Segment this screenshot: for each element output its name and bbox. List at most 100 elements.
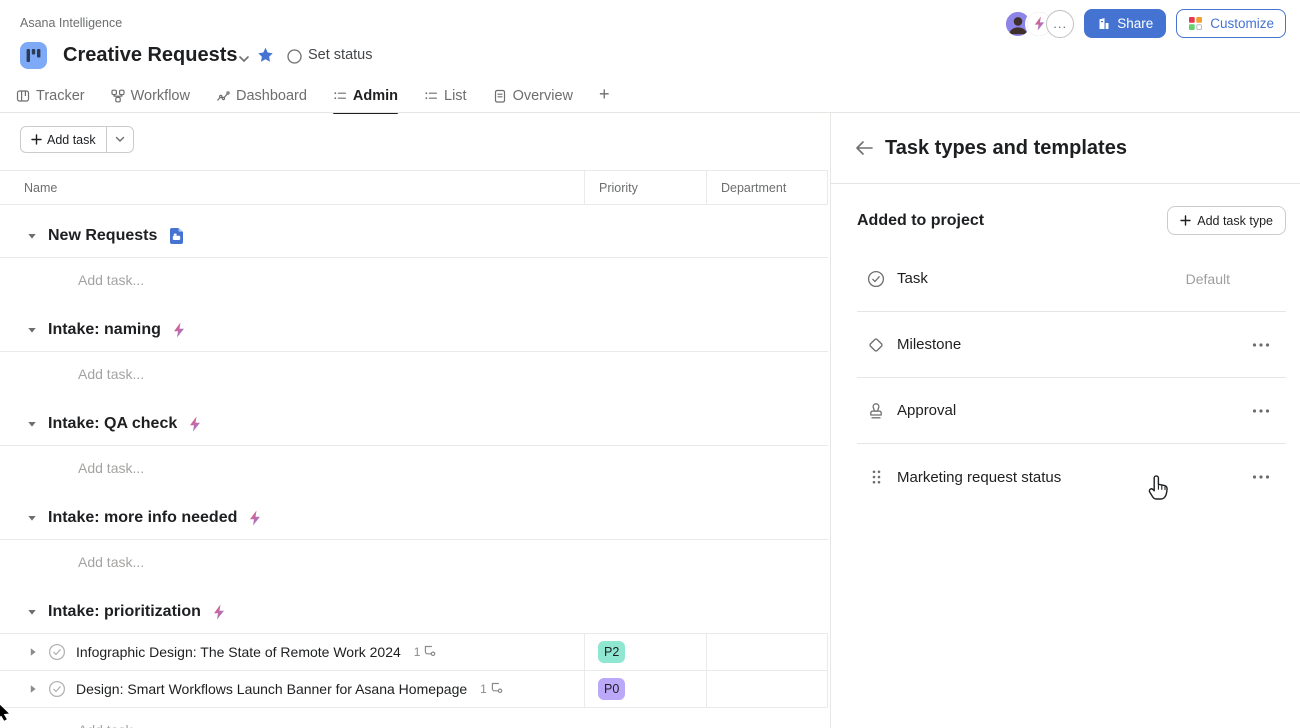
column-header-name[interactable]: Name: [0, 181, 584, 195]
project-tabs: Tracker Workflow Dashboard Admin List Overvie…: [16, 78, 610, 113]
favorite-star-icon[interactable]: [257, 47, 274, 68]
priority-badge[interactable]: P0: [598, 678, 625, 700]
subtask-icon: [423, 645, 436, 660]
board-icon: [16, 89, 30, 103]
circle-check-icon: [867, 270, 885, 288]
tab-admin[interactable]: Admin: [333, 78, 398, 113]
share-button-label: Share: [1117, 16, 1153, 31]
tab-label: Overview: [513, 88, 573, 104]
title-chevron-down-icon[interactable]: [238, 50, 250, 68]
add-task-row[interactable]: Add task...: [0, 352, 830, 396]
automation-lightning-icon: [248, 510, 262, 526]
plus-icon: [31, 134, 42, 145]
priority-cell[interactable]: P2: [584, 634, 706, 670]
customize-button-label: Customize: [1210, 16, 1274, 31]
section-intake-more-info-needed: Intake: more info needed Add task...: [0, 497, 830, 584]
priority-badge[interactable]: P2: [598, 641, 625, 663]
task-type-label: Approval: [897, 402, 956, 419]
expand-right-icon: [29, 684, 37, 694]
section-title[interactable]: Intake: QA check: [48, 415, 177, 433]
back-arrow-icon[interactable]: [855, 140, 874, 156]
section-title[interactable]: Intake: more info needed: [48, 509, 237, 527]
more-members-button[interactable]: ...: [1046, 10, 1074, 38]
customize-grid-icon: [1188, 16, 1203, 31]
task-title[interactable]: Design: Smart Workflows Launch Banner fo…: [76, 681, 467, 697]
add-task-type-button[interactable]: Add task type: [1167, 206, 1286, 235]
section-caret-icon: [27, 325, 37, 335]
dashboard-icon: [216, 89, 230, 103]
automation-lightning-icon: [188, 416, 202, 432]
more-options-button[interactable]: [1252, 475, 1270, 479]
tab-list[interactable]: List: [424, 78, 467, 113]
column-header-priority[interactable]: Priority: [584, 171, 706, 204]
subtask-count: 1: [414, 645, 437, 660]
added-to-project-heading: Added to project: [857, 212, 984, 230]
list-icon: [424, 89, 438, 103]
add-task-row[interactable]: Add task...: [0, 446, 830, 490]
section-header: New Requests: [0, 215, 828, 258]
department-cell[interactable]: [706, 671, 827, 707]
task-name-cell: Infographic Design: The State of Remote …: [0, 634, 584, 670]
more-options-button[interactable]: [1252, 343, 1270, 347]
task-type-row-milestone[interactable]: Milestone: [857, 312, 1286, 378]
diamond-icon: [867, 336, 885, 354]
section-title[interactable]: New Requests: [48, 227, 157, 245]
department-cell[interactable]: [706, 634, 827, 670]
tab-overview[interactable]: Overview: [493, 78, 573, 113]
add-task-row[interactable]: Add task...: [0, 708, 830, 728]
tab-dashboard[interactable]: Dashboard: [216, 78, 307, 113]
page-title: Creative Requests: [63, 44, 238, 67]
tab-label: Workflow: [131, 88, 190, 104]
project-icon[interactable]: [20, 42, 47, 69]
add-task-row[interactable]: Add task...: [0, 258, 830, 302]
panel-title: Task types and templates: [885, 137, 1127, 160]
automation-lightning-icon: [172, 322, 186, 338]
task-types-panel: Task types and templates Added to projec…: [830, 113, 1300, 728]
task-row[interactable]: Design: Smart Workflows Launch Banner fo…: [0, 671, 828, 708]
task-title[interactable]: Infographic Design: The State of Remote …: [76, 644, 401, 660]
section-header: Intake: QA check: [0, 403, 828, 446]
task-type-row-task[interactable]: TaskDefault: [857, 246, 1286, 312]
section-new-requests: New Requests Add task...: [0, 215, 830, 302]
task-type-row-marketing-request-status[interactable]: Marketing request status: [857, 444, 1286, 510]
task-name-cell: Design: Smart Workflows Launch Banner fo…: [0, 671, 584, 707]
tab-tracker[interactable]: Tracker: [16, 78, 85, 113]
task-type-row-approval[interactable]: Approval: [857, 378, 1286, 444]
task-check-icon: [48, 680, 66, 698]
add-task-row[interactable]: Add task...: [0, 540, 830, 584]
section-intake-qa-check: Intake: QA check Add task...: [0, 403, 830, 490]
task-type-list: TaskDefaultMilestone Approval Marketing re…: [857, 246, 1286, 510]
add-tab-button[interactable]: +: [599, 84, 610, 107]
default-badge: Default: [1186, 271, 1230, 287]
column-header-department[interactable]: Department: [706, 171, 827, 204]
topbar-actions: ... Share Customize: [1004, 9, 1286, 38]
customize-button[interactable]: Customize: [1176, 9, 1286, 38]
tab-label: Dashboard: [236, 88, 307, 104]
section-intake-naming: Intake: naming Add task...: [0, 309, 830, 396]
more-options-button[interactable]: [1252, 409, 1270, 413]
add-task-dropdown-button[interactable]: [107, 127, 133, 152]
form-icon: [168, 227, 185, 245]
subtask-count-value: 1: [480, 682, 487, 696]
section-title[interactable]: Intake: prioritization: [48, 603, 201, 621]
plus-icon: [1180, 215, 1191, 226]
tab-label: List: [444, 88, 467, 104]
chevron-down-icon: [115, 136, 125, 143]
section-caret-icon: [27, 513, 37, 523]
member-avatars: ...: [1004, 10, 1074, 38]
subtask-icon: [490, 682, 503, 697]
section-header: Intake: more info needed: [0, 497, 828, 540]
share-button[interactable]: Share: [1084, 9, 1166, 38]
subtask-count-value: 1: [414, 645, 421, 659]
add-task-split-button: Add task: [20, 126, 134, 153]
clipboard-icon: [493, 89, 507, 103]
priority-cell[interactable]: P0: [584, 671, 706, 707]
section-caret-icon: [27, 419, 37, 429]
tab-workflow[interactable]: Workflow: [111, 78, 190, 113]
add-task-button[interactable]: Add task: [21, 127, 107, 152]
section-header: Intake: prioritization: [0, 591, 828, 634]
section-title[interactable]: Intake: naming: [48, 321, 161, 339]
task-sections: New Requests Add task... Intake: naming Add…: [0, 205, 830, 728]
task-row[interactable]: Infographic Design: The State of Remote …: [0, 634, 828, 671]
set-status-button[interactable]: Set status: [308, 47, 372, 63]
